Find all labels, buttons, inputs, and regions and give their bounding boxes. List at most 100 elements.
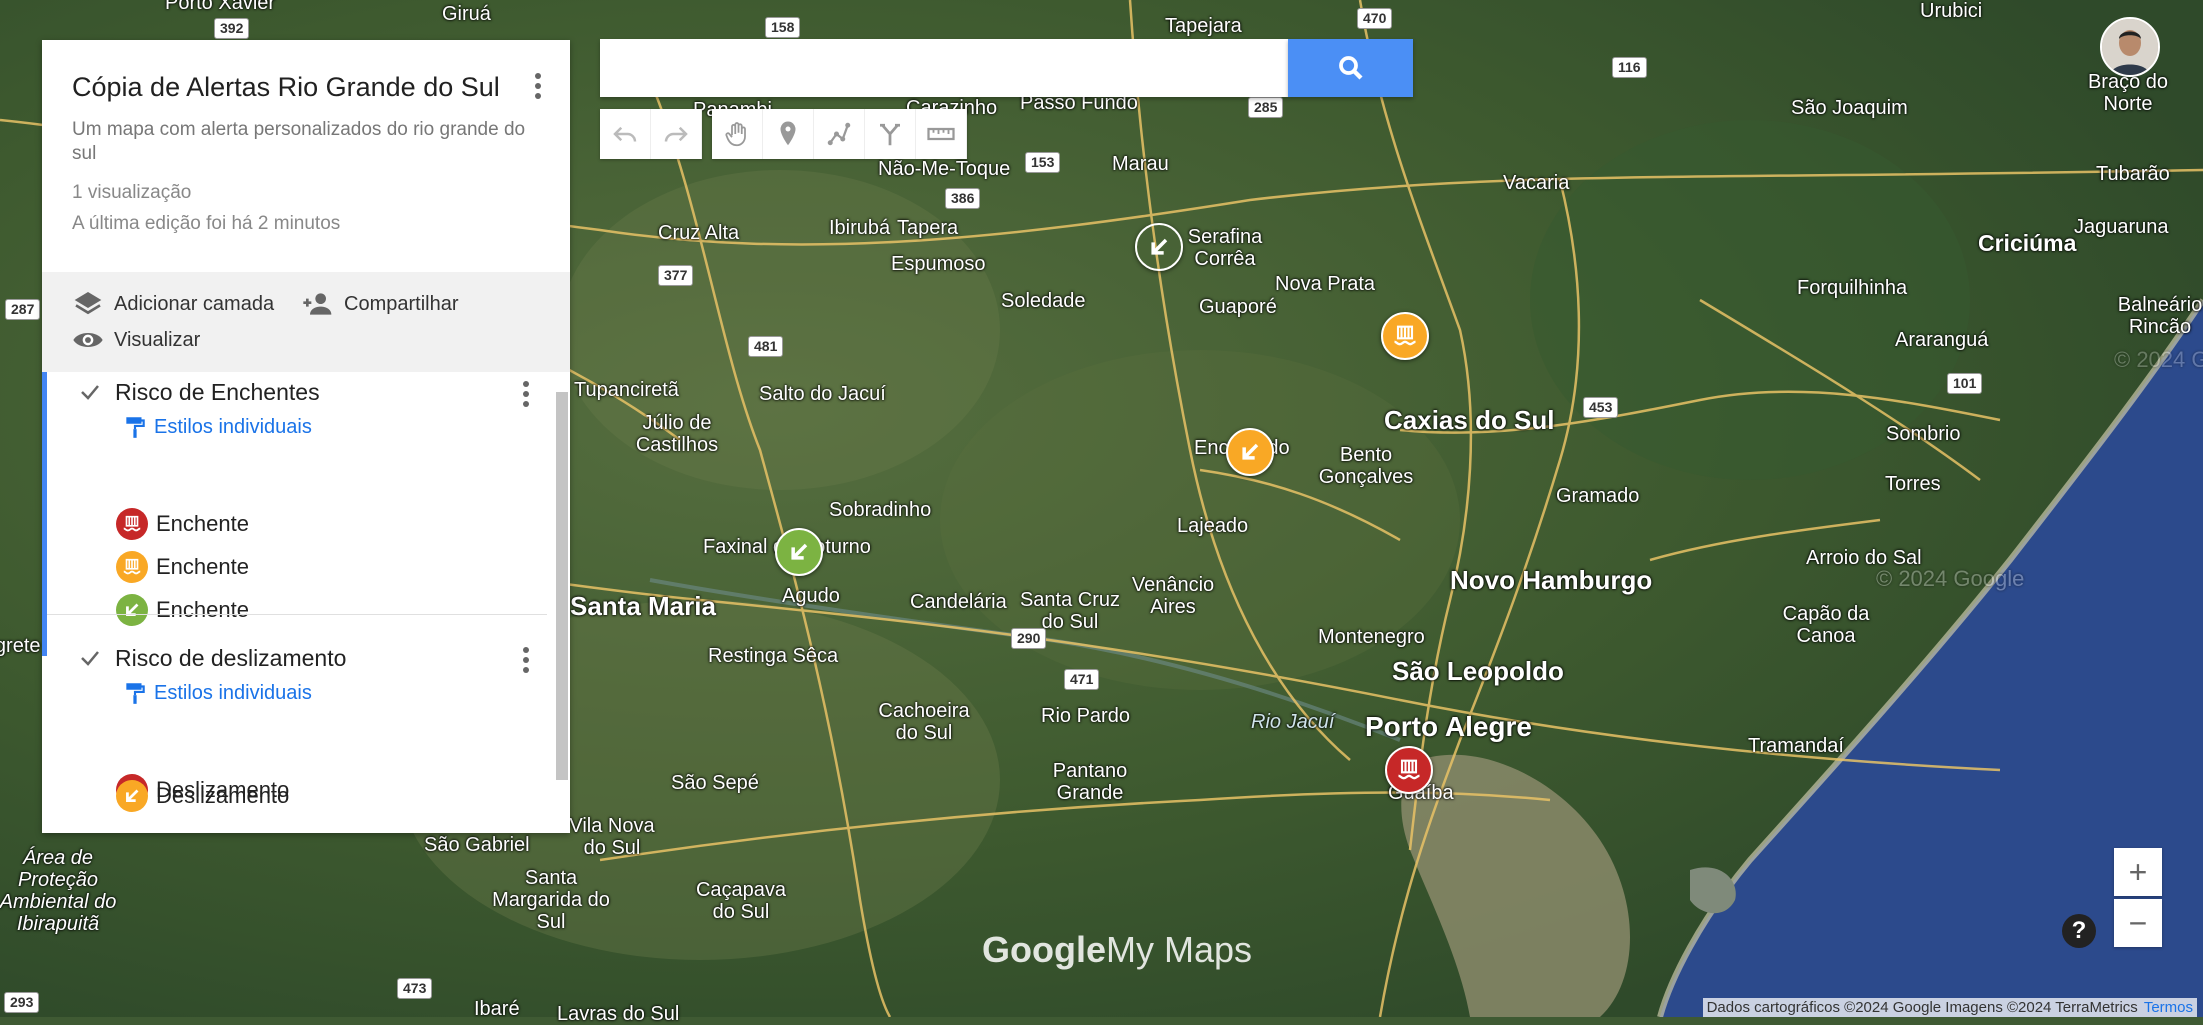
legend-item-enchente[interactable]: Enchente [116, 594, 249, 626]
directions-button[interactable] [865, 109, 916, 159]
city-label: Lajeado [1177, 515, 1249, 537]
layer-checkbox[interactable] [78, 380, 102, 404]
marker-deslizamento[interactable] [1135, 223, 1183, 271]
share-button[interactable]: Compartilhar [302, 288, 458, 320]
city-label: Venâncio Aires [1131, 574, 1215, 618]
map-description[interactable]: Um mapa com alerta personalizados do rio… [72, 118, 552, 166]
road-shield: 471 [1064, 669, 1100, 690]
road-shield: 392 [214, 18, 250, 39]
city-label: São Sepé [671, 772, 759, 794]
flood-icon [123, 515, 141, 532]
city-label: Tramandaí [1748, 735, 1844, 757]
road-shield: 377 [658, 265, 694, 286]
legend-item-deslizamento[interactable]: Deslizamento [116, 780, 289, 812]
road-shield: 386 [945, 188, 981, 209]
add-person-icon [303, 293, 332, 315]
legend-item-enchente[interactable]: Enchente [116, 551, 249, 583]
city-label: Novo Hamburgo [1450, 565, 1653, 595]
redo-button[interactable] [651, 109, 702, 159]
view-count: 1 visualização [72, 182, 192, 203]
map-attribution: Dados cartográficos ©2024 Google Imagens… [1702, 998, 2197, 1017]
city-label: Cachoeira do Sul [878, 700, 970, 744]
share-label: Compartilhar [344, 292, 459, 315]
draw-tools-group [712, 109, 967, 159]
search-input[interactable] [600, 39, 1288, 97]
arrow-down-left-icon [126, 603, 139, 616]
layer-options-menu[interactable] [514, 378, 538, 410]
layer-title[interactable]: Risco de deslizamento [115, 645, 346, 672]
road-shield: 116 [1612, 57, 1647, 78]
search-button[interactable] [1288, 39, 1413, 97]
city-label: Montenegro [1318, 626, 1425, 648]
attribution-text: Dados cartográficos ©2024 Google Imagens… [1706, 999, 2138, 1016]
city-label: São Leopoldo [1392, 656, 1564, 686]
legend-label: Enchente [156, 554, 249, 579]
road-shield: 158 [765, 17, 801, 38]
city-label: Santa Maria [570, 591, 716, 621]
eye-icon [73, 333, 103, 347]
layers-icon [74, 292, 102, 315]
zoom-in-button[interactable]: + [2114, 848, 2162, 896]
draw-line-button[interactable] [814, 109, 865, 159]
marker-deslizamento[interactable] [1226, 428, 1274, 476]
measure-button[interactable] [916, 109, 967, 159]
region-label: Área de Proteção Ambiental do Ibirapuitã [0, 847, 117, 935]
layer-title[interactable]: Risco de Enchentes [115, 379, 320, 406]
legend-item-enchente[interactable]: Enchente [116, 508, 249, 540]
map-title[interactable]: Cópia de Alertas Rio Grande do Sul [72, 72, 500, 103]
hand-icon [725, 122, 746, 147]
city-label: Tapera [897, 217, 959, 239]
layer-checkbox[interactable] [78, 646, 102, 670]
marker-enchente[interactable] [1385, 746, 1433, 794]
user-photo [2102, 19, 2158, 75]
city-label: Serafina Corrêa [1187, 226, 1263, 270]
redo-icon [664, 126, 688, 142]
individual-styles-link[interactable]: Estilos individuais [122, 680, 312, 706]
city-label: Forquilhinha [1797, 277, 1908, 299]
legend-swatch [116, 594, 148, 626]
map-options-menu[interactable] [526, 70, 550, 102]
road-shield: 290 [1011, 628, 1047, 649]
flood-icon [1394, 325, 1416, 346]
legend-swatch [116, 780, 148, 812]
layer-options-menu[interactable] [514, 644, 538, 676]
city-label: Vacaria [1503, 172, 1570, 194]
google-watermark: © 2024 Google [2114, 347, 2203, 372]
terms-link[interactable]: Termos [2144, 999, 2193, 1016]
city-label: Araranguá [1895, 329, 1989, 351]
add-marker-button[interactable] [763, 109, 814, 159]
add-layer-button[interactable]: Adicionar camada [72, 288, 274, 320]
city-label: Braço do Norte [2087, 71, 2169, 115]
marker-enchente[interactable] [1381, 312, 1429, 360]
google-my-maps-logo: GoogleMy Maps [982, 929, 1253, 970]
city-label: Urubici [1920, 0, 1983, 22]
city-label: Sobradinho [829, 499, 932, 521]
individual-styles-link[interactable]: Estilos individuais [122, 414, 312, 440]
pan-tool-button[interactable] [712, 109, 763, 159]
paint-roller-icon [126, 683, 145, 704]
city-label: São Joaquim [1791, 97, 1908, 119]
undo-icon [613, 126, 637, 142]
polyline-icon [827, 122, 851, 146]
city-label: Tubarão [2096, 163, 2170, 185]
city-label: Lavras do Sul [557, 1003, 680, 1025]
user-avatar[interactable] [2100, 17, 2160, 77]
city-label: Tupanciretã [574, 379, 679, 401]
city-label: Caxias do Sul [1384, 405, 1555, 435]
city-label: Cruz Alta [658, 222, 740, 244]
arrow-down-left-icon [126, 789, 139, 802]
marker-enchente[interactable] [775, 528, 823, 576]
map-legend-panel: Cópia de Alertas Rio Grande do Sul Um ma… [42, 40, 570, 833]
individual-styles-label: Estilos individuais [154, 681, 312, 704]
river-label: Rio Jacuí [1251, 711, 1335, 733]
city-label: Não-Me-Toque [878, 158, 1011, 180]
city-label: Jaguaruna [2074, 216, 2169, 238]
city-label: Agudo [782, 585, 840, 607]
road-shield: 285 [1248, 97, 1284, 118]
zoom-out-button[interactable]: − [2114, 899, 2162, 947]
preview-button[interactable]: Visualizar [72, 324, 200, 356]
undo-button[interactable] [600, 109, 651, 159]
help-button[interactable]: ? [2062, 914, 2096, 948]
last-edit: A última edição foi há 2 minutos [72, 213, 341, 234]
panel-scrollbar[interactable] [556, 392, 568, 780]
